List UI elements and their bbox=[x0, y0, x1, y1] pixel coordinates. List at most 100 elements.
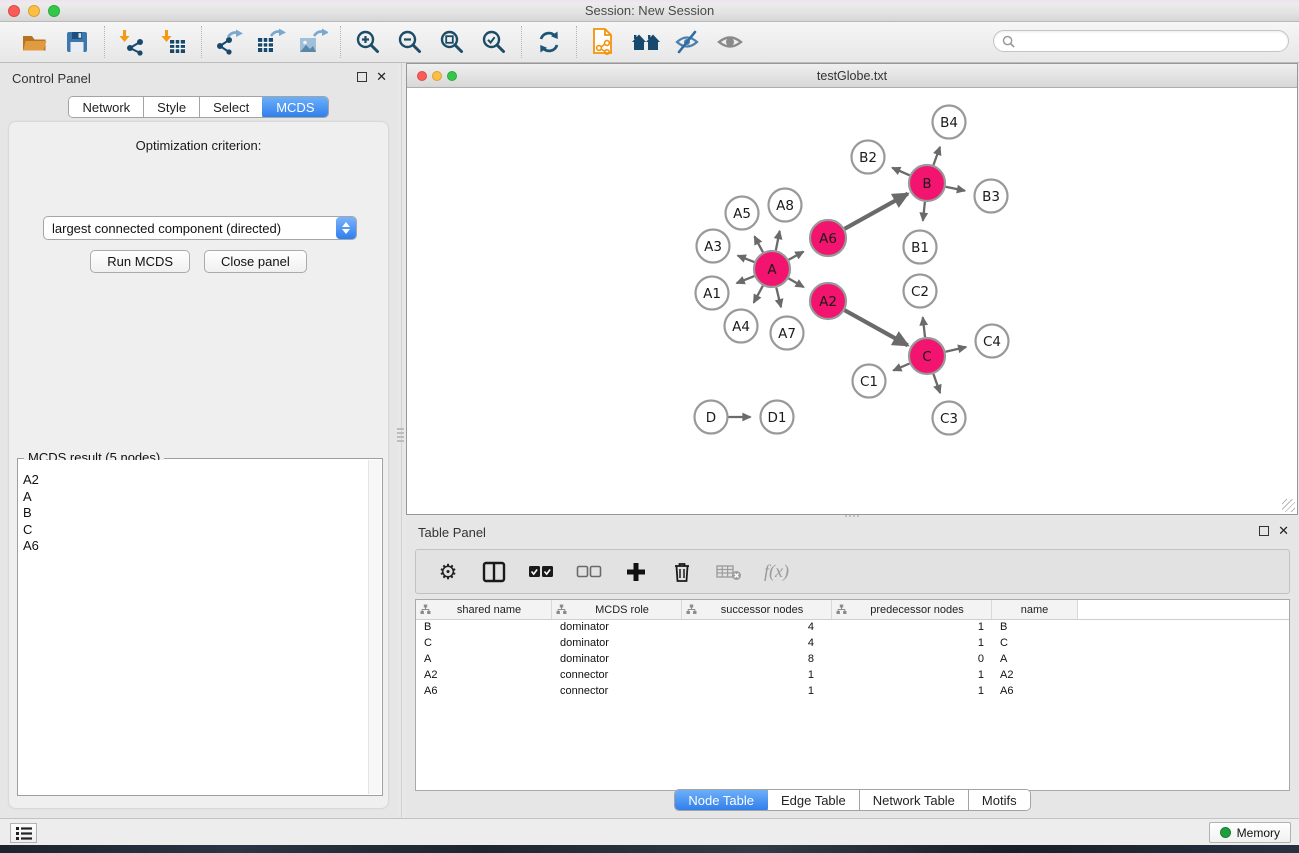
unselect-all-columns-button[interactable] bbox=[576, 558, 602, 586]
node-C[interactable]: C bbox=[909, 338, 945, 374]
node-table[interactable]: shared nameMCDS rolesuccessor nodesprede… bbox=[415, 599, 1290, 791]
result-item[interactable]: A6 bbox=[19, 538, 368, 555]
tab-mcds[interactable]: MCDS bbox=[262, 96, 328, 118]
node-A4[interactable]: A4 bbox=[725, 310, 758, 343]
table-settings-button[interactable]: ⚙ bbox=[436, 558, 460, 586]
zoom-selected-button[interactable] bbox=[476, 26, 512, 58]
zoom-fit-button[interactable] bbox=[434, 26, 470, 58]
task-history-button[interactable] bbox=[10, 823, 37, 843]
table-close-panel-icon[interactable]: ✕ bbox=[1278, 526, 1289, 536]
edge-A-A1[interactable] bbox=[737, 276, 755, 283]
node-A5[interactable]: A5 bbox=[726, 197, 759, 230]
edge-C-C2[interactable] bbox=[923, 317, 925, 337]
delete-columns-button[interactable] bbox=[670, 558, 694, 586]
export-image-button[interactable] bbox=[295, 26, 331, 58]
edge-A-A5[interactable] bbox=[755, 236, 764, 252]
column-header-name[interactable]: name bbox=[992, 600, 1078, 619]
refresh-view-button[interactable] bbox=[531, 26, 567, 58]
node-C1[interactable]: C1 bbox=[853, 365, 886, 398]
edge-A2-C[interactable] bbox=[845, 310, 908, 345]
import-network-button[interactable] bbox=[114, 26, 150, 58]
edge-B-B1[interactable] bbox=[923, 202, 925, 221]
node-A8[interactable]: A8 bbox=[769, 189, 802, 222]
result-item[interactable]: B bbox=[19, 505, 368, 522]
table-row[interactable]: Cdominator41C bbox=[416, 636, 1289, 652]
panel-split-grip[interactable] bbox=[397, 428, 404, 444]
edge-A-A3[interactable] bbox=[738, 256, 755, 263]
hide-graphics-details-button[interactable] bbox=[670, 26, 706, 58]
node-B3[interactable]: B3 bbox=[975, 180, 1008, 213]
tab-select[interactable]: Select bbox=[200, 97, 263, 117]
node-B1[interactable]: B1 bbox=[904, 231, 937, 264]
zoom-in-button[interactable] bbox=[350, 26, 386, 58]
import-table-button[interactable] bbox=[156, 26, 192, 58]
edge-B-B3[interactable] bbox=[946, 187, 965, 191]
table-row[interactable]: A6connector11A6 bbox=[416, 684, 1289, 700]
window-resize-grip[interactable] bbox=[1282, 499, 1295, 512]
table-tab-motifs[interactable]: Motifs bbox=[969, 790, 1030, 810]
tab-style[interactable]: Style bbox=[144, 97, 200, 117]
result-item[interactable]: A bbox=[19, 489, 368, 506]
node-D1[interactable]: D1 bbox=[761, 401, 794, 434]
create-column-button[interactable] bbox=[624, 558, 648, 586]
node-A3[interactable]: A3 bbox=[697, 230, 730, 263]
edge-A6-B[interactable] bbox=[845, 194, 908, 229]
edge-B-B4[interactable] bbox=[933, 147, 940, 165]
column-header-MCDS-role[interactable]: MCDS role bbox=[552, 600, 682, 619]
edge-A-A4[interactable] bbox=[754, 286, 763, 303]
table-tab-edge-table[interactable]: Edge Table bbox=[768, 790, 860, 810]
result-scrollbar[interactable] bbox=[368, 460, 381, 794]
open-session-button[interactable] bbox=[17, 26, 53, 58]
show-graphics-details-button[interactable] bbox=[712, 26, 748, 58]
table-row[interactable]: Bdominator41B bbox=[416, 620, 1289, 636]
network-canvas[interactable]: B4B2BB3A5A8A6A3B1AA1C2A2A4A7C4CC1C3DD1 bbox=[407, 88, 1297, 513]
column-header-successor-nodes[interactable]: successor nodes bbox=[682, 600, 832, 619]
edge-A-A6[interactable] bbox=[789, 252, 804, 260]
close-panel-icon[interactable]: ✕ bbox=[376, 72, 387, 82]
criterion-dropdown[interactable]: largest connected component (directed) bbox=[43, 216, 357, 240]
edge-C-C1[interactable] bbox=[893, 364, 909, 371]
node-A1[interactable]: A1 bbox=[696, 277, 729, 310]
delete-table-button[interactable] bbox=[716, 558, 742, 586]
search-input[interactable] bbox=[1020, 34, 1280, 48]
edge-C-C3[interactable] bbox=[933, 374, 940, 393]
new-network-from-file-button[interactable] bbox=[586, 26, 622, 58]
node-C4[interactable]: C4 bbox=[976, 325, 1009, 358]
node-D[interactable]: D bbox=[695, 401, 728, 434]
edge-A-A8[interactable] bbox=[776, 231, 780, 250]
home-button[interactable] bbox=[628, 26, 664, 58]
edge-A-A2[interactable] bbox=[789, 278, 804, 287]
table-tab-network-table[interactable]: Network Table bbox=[860, 790, 969, 810]
run-mcds-button[interactable]: Run MCDS bbox=[90, 250, 190, 273]
table-float-panel-icon[interactable] bbox=[1259, 526, 1269, 536]
node-C3[interactable]: C3 bbox=[933, 402, 966, 435]
export-table-button[interactable] bbox=[253, 26, 289, 58]
memory-button[interactable]: Memory bbox=[1209, 822, 1291, 843]
node-B[interactable]: B bbox=[909, 165, 945, 201]
zoom-out-button[interactable] bbox=[392, 26, 428, 58]
float-panel-icon[interactable] bbox=[357, 72, 367, 82]
node-A6[interactable]: A6 bbox=[810, 220, 846, 256]
table-row[interactable]: Adominator80A bbox=[416, 652, 1289, 668]
column-header-shared-name[interactable]: shared name bbox=[416, 600, 552, 619]
edge-B-B2[interactable] bbox=[892, 168, 909, 176]
node-C2[interactable]: C2 bbox=[904, 275, 937, 308]
save-session-button[interactable] bbox=[59, 26, 95, 58]
node-A2[interactable]: A2 bbox=[810, 283, 846, 319]
table-tab-node-table[interactable]: Node Table bbox=[674, 789, 769, 811]
mcds-result-list[interactable]: A2ABCA6 bbox=[19, 460, 368, 794]
edge-A-A7[interactable] bbox=[776, 288, 781, 308]
node-B2[interactable]: B2 bbox=[852, 141, 885, 174]
node-A7[interactable]: A7 bbox=[771, 317, 804, 350]
export-network-button[interactable] bbox=[211, 26, 247, 58]
table-row[interactable]: A2connector11A2 bbox=[416, 668, 1289, 684]
edge-C-C4[interactable] bbox=[946, 347, 967, 352]
node-A[interactable]: A bbox=[754, 251, 790, 287]
search-box[interactable] bbox=[993, 30, 1289, 52]
close-panel-button[interactable]: Close panel bbox=[204, 250, 307, 273]
result-item[interactable]: A2 bbox=[19, 472, 368, 489]
select-all-columns-button[interactable] bbox=[528, 558, 554, 586]
column-header-predecessor-nodes[interactable]: predecessor nodes bbox=[832, 600, 992, 619]
result-item[interactable]: C bbox=[19, 522, 368, 539]
function-builder-button[interactable]: f(x) bbox=[764, 558, 789, 586]
